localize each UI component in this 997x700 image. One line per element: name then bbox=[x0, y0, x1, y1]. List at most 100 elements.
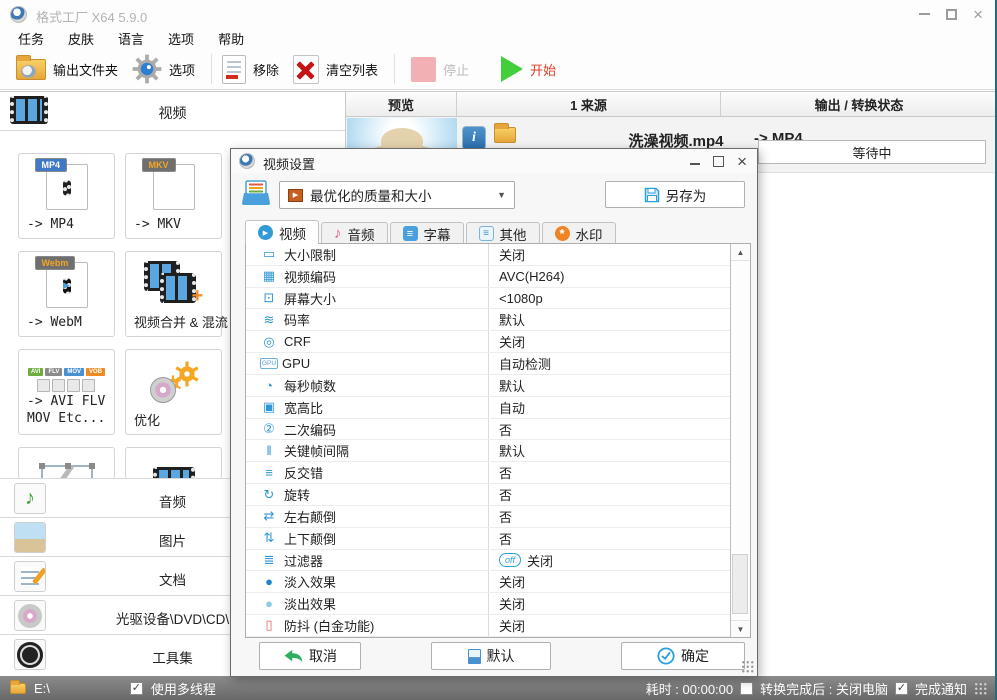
close-button[interactable]: × bbox=[973, 9, 983, 20]
scroll-up-arrow[interactable]: ▲ bbox=[731, 244, 750, 261]
setting-value[interactable]: 否 bbox=[488, 462, 730, 483]
setting-value[interactable]: off关闭 bbox=[488, 550, 730, 571]
open-file-folder-button[interactable] bbox=[494, 127, 516, 143]
start-play-icon bbox=[501, 56, 523, 82]
settings-scrollbar[interactable]: ▲ ▼ bbox=[730, 244, 750, 637]
scroll-down-arrow[interactable]: ▼ bbox=[731, 620, 750, 637]
setting-value[interactable]: AVC(H264) bbox=[488, 266, 730, 287]
ok-button[interactable]: 确定 bbox=[621, 642, 745, 670]
setting-value[interactable]: 关闭 bbox=[488, 244, 730, 265]
menu-skin[interactable]: 皮肤 bbox=[68, 29, 94, 48]
window-resize-grip[interactable] bbox=[974, 682, 987, 695]
menu-help[interactable]: 帮助 bbox=[218, 29, 244, 48]
tab-subtitle[interactable]: ≡ 字幕 bbox=[390, 222, 464, 244]
mp4-badge: MP4 bbox=[35, 158, 68, 172]
setting-row[interactable]: ◔每秒帧数默认 bbox=[246, 375, 730, 397]
subtitle-tab-icon: ≡ bbox=[403, 226, 418, 241]
tab-video[interactable]: ▶ 视频 bbox=[245, 220, 319, 244]
setting-row[interactable]: ⇅上下颠倒否 bbox=[246, 528, 730, 550]
card-to-mkv[interactable]: MKV -> MKV bbox=[125, 153, 222, 239]
dialog-maximize-button[interactable] bbox=[713, 156, 724, 167]
setting-value[interactable]: <1080p bbox=[488, 288, 730, 309]
multithread-checkbox[interactable]: ✓ bbox=[130, 682, 143, 695]
setting-value[interactable]: 关闭 bbox=[488, 593, 730, 614]
scrollbar-thumb[interactable] bbox=[732, 554, 748, 614]
setting-row[interactable]: ≣过滤器off关闭 bbox=[246, 550, 730, 572]
setting-row[interactable]: ‖关键帧间隔默认 bbox=[246, 440, 730, 462]
setting-row[interactable]: ▦视频编码AVC(H264) bbox=[246, 266, 730, 288]
setting-row[interactable]: ◎CRF关闭 bbox=[246, 331, 730, 353]
clear-list-button[interactable]: 清空列表 bbox=[293, 55, 378, 84]
setting-value[interactable]: 关闭 bbox=[488, 331, 730, 352]
setting-row[interactable]: ②二次编码否 bbox=[246, 419, 730, 441]
dialog-minimize-button[interactable] bbox=[690, 163, 700, 165]
setting-value[interactable]: 自动检测 bbox=[488, 353, 730, 374]
setting-value[interactable]: 否 bbox=[488, 528, 730, 549]
dialog-resize-grip[interactable] bbox=[741, 660, 754, 673]
tab-other[interactable]: ≡ 其他 bbox=[466, 222, 540, 244]
setting-value[interactable]: 自动 bbox=[488, 397, 730, 418]
column-source[interactable]: 1 来源 bbox=[457, 92, 721, 116]
setting-label: 反交错 bbox=[280, 463, 488, 482]
remove-button[interactable]: 移除 bbox=[222, 55, 279, 84]
setting-value[interactable]: 否 bbox=[488, 506, 730, 527]
setting-value[interactable]: 关闭 bbox=[488, 615, 730, 636]
output-folder-button[interactable]: 输出文件夹 bbox=[16, 59, 118, 80]
setting-row[interactable]: ▣宽高比自动 bbox=[246, 397, 730, 419]
stop-button[interactable]: 停止 bbox=[411, 57, 469, 82]
setting-label: 过滤器 bbox=[280, 551, 488, 570]
menu-task[interactable]: 任务 bbox=[18, 29, 44, 48]
card-to-avi-flv-mov[interactable]: AVI FLV MOV VOB -> AVI FLV MOV Etc... bbox=[18, 349, 115, 435]
minimize-button[interactable] bbox=[919, 13, 930, 15]
setting-value[interactable]: 默认 bbox=[488, 440, 730, 461]
setting-value[interactable]: 关闭 bbox=[488, 571, 730, 592]
setting-value[interactable]: 默认 bbox=[488, 375, 730, 396]
card-to-webm[interactable]: ▶ Webm -> WebM bbox=[18, 251, 115, 337]
menu-options[interactable]: 选项 bbox=[168, 29, 194, 48]
setting-row[interactable]: GPUGPU自动检测 bbox=[246, 353, 730, 375]
setting-row[interactable]: ●淡出效果关闭 bbox=[246, 593, 730, 615]
options-button[interactable]: 选项 bbox=[132, 54, 195, 84]
default-button[interactable]: 默认 bbox=[431, 642, 551, 670]
card-optimize[interactable]: 优化 bbox=[125, 349, 222, 435]
setting-value-text: 默认 bbox=[499, 376, 525, 395]
notify-checkbox[interactable]: ✓ bbox=[895, 682, 908, 695]
sidebar-header-video[interactable]: 视频 bbox=[0, 92, 345, 131]
card-video-merge[interactable]: + 视频合并 & 混流 bbox=[125, 251, 222, 337]
app-logo-icon bbox=[10, 6, 27, 23]
dialog-close-button[interactable]: × bbox=[737, 156, 747, 167]
column-output-status[interactable]: 输出 / 转换状态 bbox=[721, 92, 997, 116]
profile-dropdown[interactable]: ▶ 最优化的质量和大小 ▼ bbox=[279, 181, 515, 209]
shutdown-after-checkbox[interactable] bbox=[740, 682, 753, 695]
dialog-title-bar[interactable]: 视频设置 × bbox=[231, 149, 757, 173]
save-as-button[interactable]: 另存为 bbox=[605, 181, 745, 208]
start-button[interactable]: 开始 bbox=[501, 56, 556, 82]
setting-label: 防抖 (白金功能) bbox=[280, 616, 488, 635]
maximize-button[interactable] bbox=[946, 9, 957, 20]
card-video-tool-partial[interactable] bbox=[125, 447, 222, 479]
setting-row[interactable]: ≋码率默认 bbox=[246, 309, 730, 331]
setting-row[interactable]: ⊡屏幕大小<1080p bbox=[246, 288, 730, 310]
column-preview[interactable]: 预览 bbox=[346, 92, 457, 116]
file-info-button[interactable]: i bbox=[462, 126, 486, 150]
output-path[interactable]: E:\ bbox=[34, 681, 50, 696]
setting-value[interactable]: 否 bbox=[488, 419, 730, 440]
setting-row[interactable]: ▭大小限制关闭 bbox=[246, 244, 730, 266]
card-crop-partial[interactable] bbox=[18, 447, 115, 479]
setting-row[interactable]: ▯防抖 (白金功能)关闭 bbox=[246, 615, 730, 637]
setting-value[interactable]: 否 bbox=[488, 484, 730, 505]
tab-watermark[interactable]: * 水印 bbox=[542, 222, 616, 244]
setting-label: 宽高比 bbox=[280, 398, 488, 417]
setting-row[interactable]: ≡反交错否 bbox=[246, 462, 730, 484]
tab-audio[interactable]: ♪ 音频 bbox=[321, 222, 388, 244]
output-path-folder-icon bbox=[10, 683, 26, 694]
setting-value-text: 关闭 bbox=[527, 551, 553, 570]
setting-value[interactable]: 默认 bbox=[488, 309, 730, 330]
menu-language[interactable]: 语言 bbox=[118, 29, 144, 48]
cancel-button[interactable]: 取消 bbox=[259, 642, 361, 670]
setting-row[interactable]: ↻旋转否 bbox=[246, 484, 730, 506]
setting-row[interactable]: ●淡入效果关闭 bbox=[246, 571, 730, 593]
card-to-mp4[interactable]: MP4 -> MP4 bbox=[18, 153, 115, 239]
setting-row[interactable]: ⇄左右颠倒否 bbox=[246, 506, 730, 528]
setting-value-text: 默认 bbox=[499, 441, 525, 460]
